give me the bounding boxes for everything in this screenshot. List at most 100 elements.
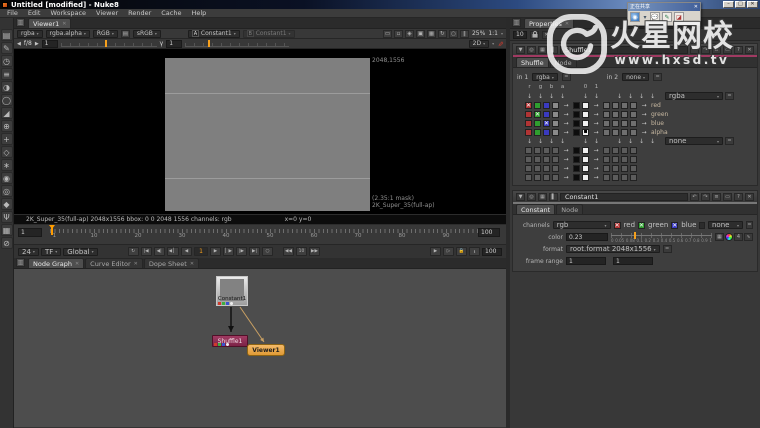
matrix-checkbox[interactable] <box>612 111 619 118</box>
color-wheel-icon[interactable] <box>725 233 733 241</box>
stereo-select-caret[interactable]: ▾ <box>492 41 494 46</box>
out2-select[interactable]: none▾ <box>665 137 723 145</box>
color-icon[interactable]: ◑ <box>1 81 13 93</box>
matrix-checkbox[interactable] <box>543 156 550 163</box>
matrix-checkbox[interactable] <box>603 156 610 163</box>
matrix-checkbox[interactable] <box>630 102 637 109</box>
gain-value[interactable]: 1 <box>42 40 58 48</box>
tab-node-graph[interactable]: Node Graph✕ <box>28 258 84 268</box>
red-channel-checkbox[interactable] <box>614 222 621 229</box>
matrix-checkbox[interactable] <box>543 111 550 118</box>
display-channel-select[interactable]: RGB▾ <box>93 30 118 38</box>
constant-node-name[interactable]: Constant1 <box>560 193 688 201</box>
color-value-field[interactable]: 0.23 <box>566 233 608 241</box>
matrix-checkbox[interactable] <box>543 120 550 127</box>
in2-link-button[interactable]: = <box>653 73 662 81</box>
matrix-checkbox[interactable] <box>603 165 610 172</box>
color-slider[interactable]: 00.050.080.10.20.30.40.50.60.70.80.91 <box>611 232 712 242</box>
goto-start-button[interactable]: |◀ <box>141 247 152 256</box>
matrix-checkbox[interactable] <box>630 129 637 136</box>
matrix-checkbox[interactable] <box>534 156 541 163</box>
tab-close-icon[interactable]: ✕ <box>62 21 66 27</box>
matrix-checkbox[interactable] <box>525 165 532 172</box>
range-end-field[interactable]: 100 <box>478 228 500 237</box>
node-color-icon[interactable]: ▌ <box>549 193 558 201</box>
menu-file[interactable]: File <box>2 9 23 17</box>
matrix-checkbox[interactable] <box>582 111 589 118</box>
annotate-pen-icon[interactable]: ✎ <box>496 41 504 47</box>
matrix-checkbox[interactable] <box>543 129 550 136</box>
redo-icon[interactable]: ↷ <box>701 46 710 54</box>
matrix-checkbox[interactable] <box>534 120 541 127</box>
redo-icon[interactable]: ↷ <box>701 193 710 201</box>
import-range-icon[interactable]: ⭳ <box>469 247 480 256</box>
blue-channel-checkbox[interactable] <box>671 222 678 229</box>
step-forward-button[interactable]: ▏▶ <box>223 247 234 256</box>
close-button[interactable]: ✕ <box>747 1 758 8</box>
out2-select-link-button[interactable]: = <box>725 137 734 145</box>
merge-icon[interactable]: ⊕ <box>1 120 13 132</box>
matrix-checkbox[interactable] <box>621 174 628 181</box>
float-icon[interactable]: ▭ <box>723 193 732 201</box>
matrix-checkbox[interactable] <box>621 120 628 127</box>
eraser-icon[interactable]: ◪ <box>674 12 684 22</box>
matrix-checkbox[interactable] <box>621 102 628 109</box>
input-a-select[interactable]: A Constant1▾ <box>188 30 240 38</box>
matrix-checkbox[interactable] <box>552 156 559 163</box>
matrix-checkbox[interactable] <box>612 165 619 172</box>
tab-close-icon[interactable]: ✕ <box>134 261 138 267</box>
extra-channel-select[interactable]: none▾ <box>708 221 743 229</box>
refresh-icon[interactable]: ↻ <box>438 30 447 38</box>
matrix-checkbox[interactable] <box>534 111 541 118</box>
layer-select[interactable]: rgba▾ <box>17 30 43 38</box>
node-graph-canvas[interactable]: Constant1 Shuffle1 Viewer1 <box>14 269 506 427</box>
tab-node[interactable]: Node <box>556 204 583 214</box>
lock-range-icon[interactable]: 🔒 <box>456 247 467 256</box>
matrix-checkbox[interactable] <box>525 129 532 136</box>
center-node-icon[interactable]: ◎ <box>527 46 536 54</box>
matrix-checkbox[interactable] <box>543 174 550 181</box>
timeline[interactable]: 1 1102030405060708090100 100 <box>14 225 506 245</box>
menu-cache[interactable]: Cache <box>156 9 186 17</box>
other-icon[interactable]: ▦ <box>1 224 13 236</box>
toolsets-icon[interactable]: Ψ <box>1 211 13 223</box>
matrix-checkbox[interactable] <box>582 174 589 181</box>
matrix-checkbox[interactable] <box>582 129 589 136</box>
matrix-checkbox[interactable] <box>582 102 589 109</box>
out1-select[interactable]: rgba▾ <box>665 92 723 100</box>
gain-next-icon[interactable]: ▶ <box>35 41 39 47</box>
format-select[interactable]: root.format 2048x1556▾ <box>566 245 660 253</box>
colorbars-icon[interactable]: ▤ <box>121 30 130 38</box>
zoom-select-caret[interactable]: ▾ <box>501 31 503 36</box>
deep-icon[interactable]: ◉ <box>1 172 13 184</box>
matrix-checkbox[interactable] <box>612 174 619 181</box>
matrix-checkbox[interactable] <box>573 129 580 136</box>
matrix-checkbox[interactable] <box>543 147 550 154</box>
matrix-checkbox[interactable] <box>573 111 580 118</box>
matrix-checkbox[interactable] <box>552 147 559 154</box>
transform-icon[interactable]: + <box>1 133 13 145</box>
matrix-checkbox[interactable] <box>603 174 610 181</box>
matrix-checkbox[interactable] <box>525 156 532 163</box>
particles-icon[interactable]: ∗ <box>1 159 13 171</box>
matrix-checkbox[interactable] <box>621 111 628 118</box>
clear-panels-icon[interactable]: ✕ <box>542 31 551 39</box>
matrix-checkbox[interactable] <box>534 174 541 181</box>
matrix-checkbox[interactable] <box>603 102 610 109</box>
tab-close-icon[interactable]: ✕ <box>75 261 79 267</box>
gamma-value[interactable]: 1 <box>166 40 182 48</box>
viewer-canvas[interactable]: 2048,1556 (2.35:1 mask) 2K_Super_35(full… <box>14 49 506 214</box>
menu-help[interactable]: Help <box>186 9 211 17</box>
matrix-checkbox[interactable] <box>525 120 532 127</box>
swatch-icon[interactable]: ▦ <box>538 46 547 54</box>
matrix-checkbox[interactable] <box>603 111 610 118</box>
matrix-checkbox[interactable] <box>612 120 619 127</box>
matrix-checkbox[interactable] <box>621 147 628 154</box>
zoom-level[interactable]: 25% <box>472 30 485 37</box>
help-icon[interactable]: ⊘ <box>1 237 13 249</box>
color-swatch-icon[interactable]: ▦ <box>715 233 724 241</box>
in2-select[interactable]: none▾ <box>622 73 649 81</box>
matrix-checkbox[interactable] <box>573 102 580 109</box>
undo-icon[interactable]: ↶ <box>690 46 699 54</box>
gain-slider[interactable] <box>61 41 157 47</box>
